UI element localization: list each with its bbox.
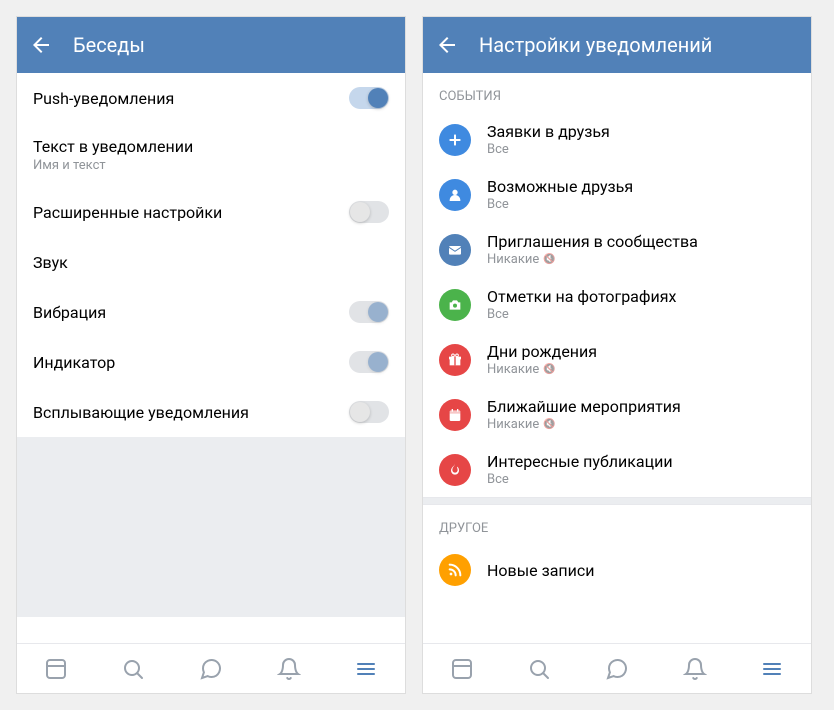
toggle-indicator[interactable] xyxy=(349,351,389,373)
nav-search[interactable] xyxy=(526,656,552,682)
nav-news[interactable] xyxy=(449,656,475,682)
news-icon xyxy=(450,657,474,681)
toggle-vibration[interactable] xyxy=(349,301,389,323)
header: Беседы xyxy=(17,17,405,73)
row-push[interactable]: Push-уведомления xyxy=(17,73,405,123)
row-text-in-notif[interactable]: Текст в уведомлении Имя и текст xyxy=(17,123,405,187)
menu-icon xyxy=(354,657,378,681)
nav-menu[interactable] xyxy=(353,656,379,682)
back-button[interactable] xyxy=(29,33,53,57)
row-label: Расширенные настройки xyxy=(33,203,349,222)
section-other: ДРУГОЕ xyxy=(423,505,811,544)
header: Настройки уведомлений xyxy=(423,17,811,73)
plus-icon xyxy=(439,124,471,156)
nav-notifications[interactable] xyxy=(276,656,302,682)
section-divider xyxy=(423,497,811,505)
calendar-icon xyxy=(439,399,471,431)
muted-icon: 🔇 xyxy=(543,419,555,430)
item-new-posts[interactable]: Новые записи xyxy=(423,544,811,596)
chat-icon xyxy=(605,657,629,681)
arrow-left-icon xyxy=(435,33,459,57)
section-events: СОБЫТИЯ xyxy=(423,73,811,112)
toggle-push[interactable] xyxy=(349,87,389,109)
row-popup[interactable]: Всплывающие уведомления xyxy=(17,387,405,437)
item-label: Ближайшие мероприятия xyxy=(487,397,795,416)
phone-right: Настройки уведомлений СОБЫТИЯ Заявки в д… xyxy=(422,16,812,694)
fire-icon xyxy=(439,454,471,486)
row-advanced[interactable]: Расширенные настройки xyxy=(17,187,405,237)
arrow-left-icon xyxy=(29,33,53,57)
item-birthdays[interactable]: Дни рождения Никакие🔇 xyxy=(423,332,811,387)
item-possible-friends[interactable]: Возможные друзья Все xyxy=(423,167,811,222)
item-label: Заявки в друзья xyxy=(487,122,795,141)
item-label: Отметки на фотографиях xyxy=(487,287,795,306)
item-label: Приглашения в сообщества xyxy=(487,232,795,251)
row-indicator[interactable]: Индикатор xyxy=(17,337,405,387)
toggle-advanced[interactable] xyxy=(349,201,389,223)
row-label: Push-уведомления xyxy=(33,89,349,108)
user-icon xyxy=(439,179,471,211)
nav-messages[interactable] xyxy=(198,656,224,682)
bell-icon xyxy=(683,657,707,681)
nav-menu[interactable] xyxy=(759,656,785,682)
item-sublabel: Все xyxy=(487,472,795,487)
nav-search[interactable] xyxy=(120,656,146,682)
empty-area xyxy=(17,437,405,617)
item-sublabel: Все xyxy=(487,307,795,322)
row-label: Всплывающие уведомления xyxy=(33,403,349,422)
row-sound[interactable]: Звук xyxy=(17,237,405,287)
row-label: Звук xyxy=(33,253,389,272)
search-icon xyxy=(527,657,551,681)
item-sublabel: Все xyxy=(487,142,795,157)
item-community-invites[interactable]: Приглашения в сообщества Никакие🔇 xyxy=(423,222,811,277)
item-interesting-posts[interactable]: Интересные публикации Все xyxy=(423,442,811,497)
nav-notifications[interactable] xyxy=(682,656,708,682)
item-label: Дни рождения xyxy=(487,342,795,361)
search-icon xyxy=(121,657,145,681)
row-label: Вибрация xyxy=(33,303,349,322)
chat-icon xyxy=(199,657,223,681)
page-title: Настройки уведомлений xyxy=(479,33,712,57)
bottom-nav xyxy=(17,643,405,693)
item-sublabel: Никакие🔇 xyxy=(487,362,795,377)
menu-icon xyxy=(760,657,784,681)
rss-icon xyxy=(439,554,471,586)
item-label: Новые записи xyxy=(487,561,795,580)
item-events[interactable]: Ближайшие мероприятия Никакие🔇 xyxy=(423,387,811,442)
notification-settings-list: СОБЫТИЯ Заявки в друзья Все Возможные др… xyxy=(423,73,811,643)
row-vibration[interactable]: Вибрация xyxy=(17,287,405,337)
news-icon xyxy=(44,657,68,681)
bottom-nav xyxy=(423,643,811,693)
item-photo-tags[interactable]: Отметки на фотографиях Все xyxy=(423,277,811,332)
item-sublabel: Все xyxy=(487,197,795,212)
mail-icon xyxy=(439,234,471,266)
bell-icon xyxy=(277,657,301,681)
row-label: Индикатор xyxy=(33,353,349,372)
nav-messages[interactable] xyxy=(604,656,630,682)
item-friend-requests[interactable]: Заявки в друзья Все xyxy=(423,112,811,167)
gift-icon xyxy=(439,344,471,376)
settings-list: Push-уведомления Текст в уведомлении Имя… xyxy=(17,73,405,643)
toggle-popup[interactable] xyxy=(349,401,389,423)
camera-icon xyxy=(439,289,471,321)
item-sublabel: Никакие🔇 xyxy=(487,252,795,267)
nav-news[interactable] xyxy=(43,656,69,682)
back-button[interactable] xyxy=(435,33,459,57)
muted-icon: 🔇 xyxy=(543,254,555,265)
page-title: Беседы xyxy=(73,33,145,57)
row-sublabel: Имя и текст xyxy=(33,158,389,173)
phone-left: Беседы Push-уведомления Текст в уведомле… xyxy=(16,16,406,694)
item-sublabel: Никакие🔇 xyxy=(487,417,795,432)
muted-icon: 🔇 xyxy=(543,364,555,375)
row-label: Текст в уведомлении xyxy=(33,137,389,156)
item-label: Возможные друзья xyxy=(487,177,795,196)
item-label: Интересные публикации xyxy=(487,452,795,471)
